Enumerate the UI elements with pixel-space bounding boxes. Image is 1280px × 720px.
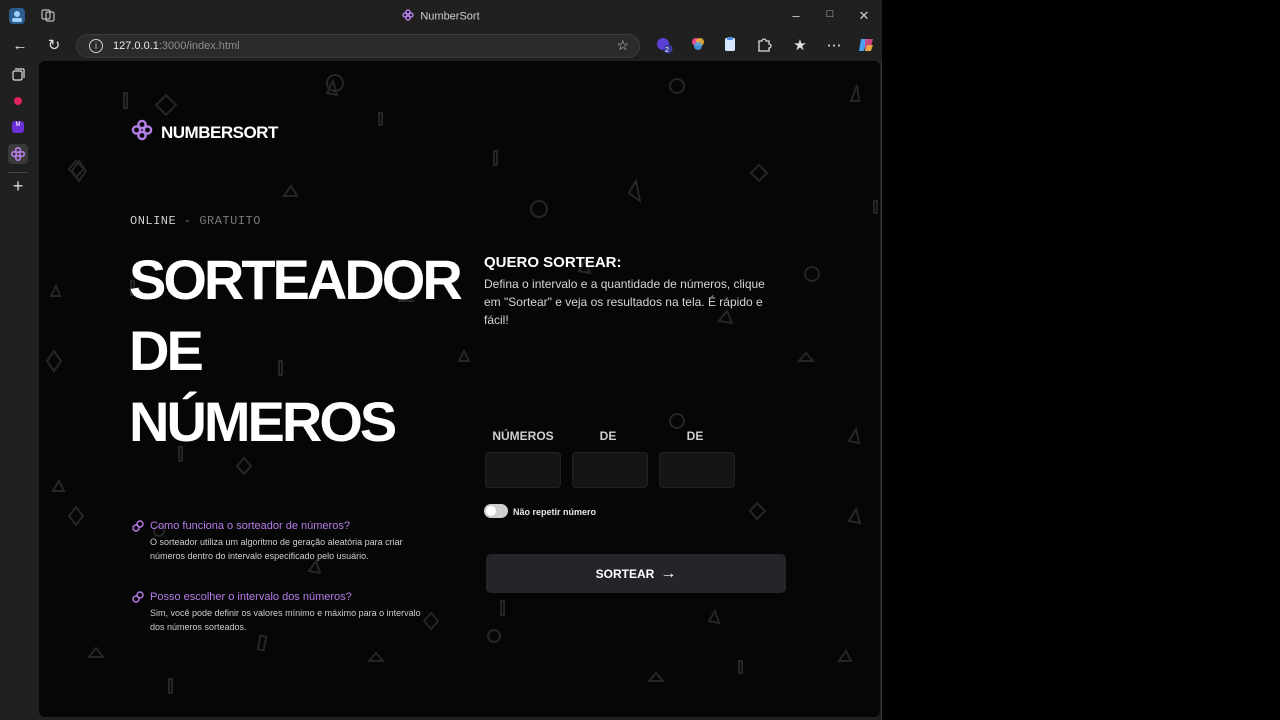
- label-numeros: NÚMEROS: [492, 429, 554, 443]
- copilot-icon[interactable]: [856, 36, 876, 56]
- quantity-input[interactable]: [485, 452, 561, 488]
- faq-answer: O sorteador utiliza um algoritmo de gera…: [150, 537, 403, 561]
- favorite-star-icon[interactable]: ☆: [616, 37, 629, 54]
- maximize-icon[interactable]: □: [822, 8, 838, 20]
- favorites-icon[interactable]: ★: [790, 36, 810, 56]
- label-de-min: DE: [599, 429, 617, 443]
- clipboard-icon[interactable]: [720, 36, 740, 56]
- arrow-right-icon: →: [660, 564, 677, 582]
- more-options-icon[interactable]: ⋯: [824, 36, 844, 56]
- logo[interactable]: NUMBERSORT: [131, 119, 278, 146]
- vertical-tab-m-icon[interactable]: M: [8, 117, 28, 137]
- back-icon[interactable]: ←: [10, 36, 30, 56]
- faq-question-text: Como funciona o sorteador de números?: [150, 520, 350, 532]
- faq-question[interactable]: Como funciona o sorteador de números?: [131, 520, 431, 532]
- web-page: NUMBERSORT ONLINE - GRATUITO SORTEADOR D…: [39, 61, 880, 717]
- refresh-icon[interactable]: ↻: [44, 36, 64, 56]
- vertical-tab-m-label: M: [15, 122, 21, 128]
- faq-bullet-icon: [131, 590, 145, 607]
- logo-text: NUMBERSORT: [161, 122, 278, 142]
- hero-heading: SORTEADOR DE NÚMEROS: [129, 244, 463, 457]
- url-text[interactable]: 127.0.0.1:3000/index.html: [113, 40, 240, 52]
- label-de-max: DE: [686, 429, 704, 443]
- faq-item: Posso escolher o intervalo dos números? …: [131, 591, 431, 634]
- faq-question-text: Posso escolher o intervalo dos números?: [150, 591, 352, 603]
- max-input[interactable]: [659, 452, 735, 488]
- browser-window: NumberSort – □ ✕ ← ↻ i 127.0.0.1:3000/in…: [0, 0, 882, 720]
- browser-sidebar: M +: [0, 60, 36, 720]
- vertical-tab-red-icon[interactable]: [8, 91, 28, 111]
- draw-section-title: QUERO SORTEAR:: [484, 254, 622, 271]
- window-title: NumberSort: [0, 9, 882, 24]
- url-host: 127.0.0.1: [113, 40, 159, 52]
- faq-item: Como funciona o sorteador de números? O …: [131, 520, 431, 563]
- eyebrow-main: ONLINE: [130, 214, 177, 228]
- browser-toolbar: ← ↻ i 127.0.0.1:3000/index.html ☆ 2 ★ ⋯: [0, 32, 882, 60]
- draw-section-description: Defina o intervalo e a quantidade de núm…: [484, 277, 765, 327]
- title-bar: NumberSort – □ ✕: [0, 0, 882, 32]
- no-repeat-toggle[interactable]: [484, 504, 508, 518]
- toggle-knob: [486, 506, 496, 516]
- sidebar-divider: [8, 172, 28, 173]
- extensions-puzzle-icon[interactable]: [754, 36, 774, 56]
- hero-line-2: DE: [129, 319, 204, 382]
- url-path: :3000/index.html: [158, 40, 240, 52]
- numbersort-logo-icon: [131, 119, 153, 146]
- eyebrow-text: ONLINE - GRATUITO: [130, 214, 261, 228]
- numbersort-favicon-icon: [402, 9, 415, 24]
- address-bar[interactable]: i 127.0.0.1:3000/index.html ☆: [76, 34, 640, 58]
- tab-actions-icon[interactable]: [8, 65, 28, 85]
- hero-line-3: NÚMEROS: [129, 390, 397, 453]
- color-extension-icon[interactable]: [688, 36, 708, 56]
- faq-answer: Sim, você pode definir os valores mínimo…: [150, 608, 421, 632]
- faq-question[interactable]: Posso escolher o intervalo dos números?: [131, 591, 431, 603]
- min-input[interactable]: [572, 452, 648, 488]
- hero-line-1: SORTEADOR: [129, 248, 463, 311]
- vertical-tab-numbersort-active[interactable]: [8, 144, 28, 164]
- sortear-button-label: SORTEAR: [595, 566, 655, 581]
- window-title-text: NumberSort: [420, 10, 480, 23]
- extension-badge: 2: [665, 47, 669, 54]
- faq-bullet-icon: [131, 519, 145, 536]
- minimize-icon[interactable]: –: [788, 8, 804, 23]
- site-info-icon[interactable]: i: [89, 39, 103, 53]
- new-tab-plus-icon[interactable]: +: [8, 176, 28, 196]
- eyebrow-rest: - GRATUITO: [176, 214, 261, 228]
- no-repeat-label: Não repetir número: [513, 507, 597, 517]
- sortear-button[interactable]: SORTEAR →: [486, 554, 786, 593]
- close-icon[interactable]: ✕: [856, 8, 872, 24]
- extension-icon[interactable]: [654, 36, 674, 56]
